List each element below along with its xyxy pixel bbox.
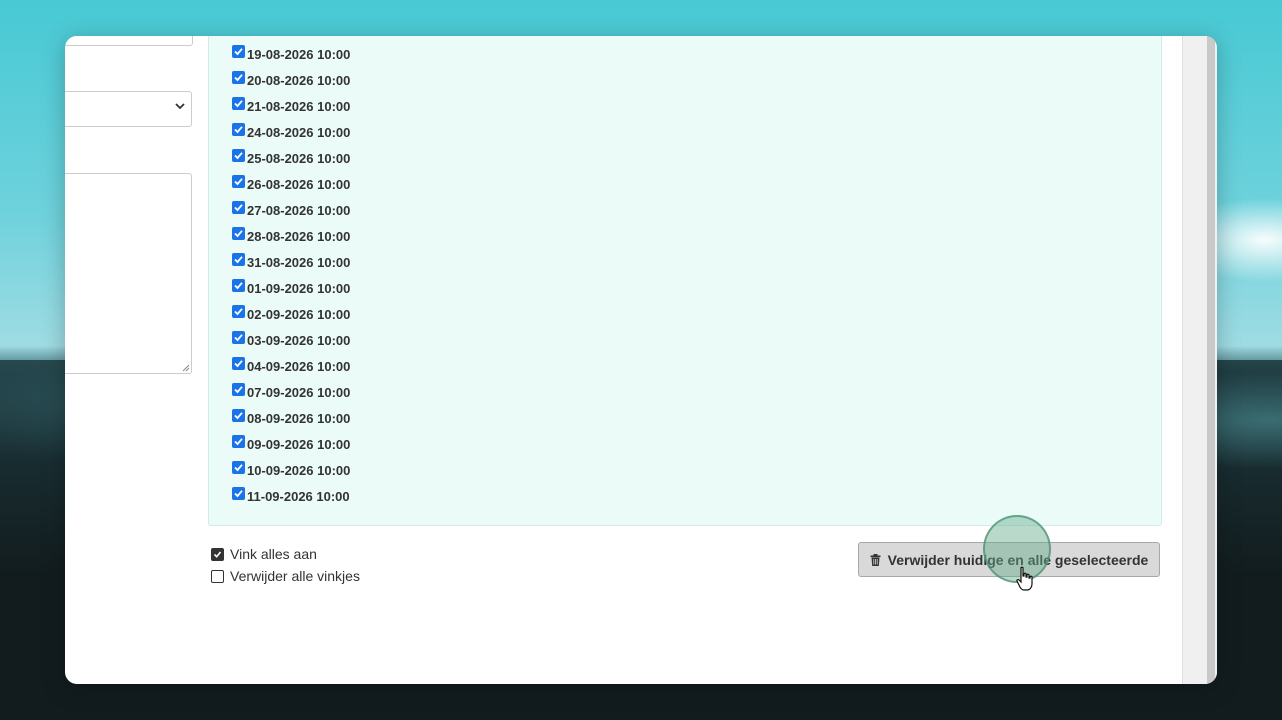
date-item[interactable]: 24-08-2026 10:00 — [232, 119, 350, 145]
date-list: 19-08-2026 10:00 20-08-2026 10:00 21-08-20… — [232, 41, 350, 509]
date-item[interactable]: 01-09-2026 10:00 — [232, 275, 350, 301]
dropdown-select[interactable] — [65, 91, 192, 127]
date-label: 24-08-2026 10:00 — [247, 124, 351, 140]
uncheck-all-option[interactable]: Verwijder alle vinkjes — [211, 565, 360, 587]
date-item[interactable]: 25-08-2026 10:00 — [232, 145, 350, 171]
date-item[interactable]: 31-08-2026 10:00 — [232, 249, 350, 275]
date-checkbox[interactable] — [232, 96, 245, 110]
date-label: 02-09-2026 10:00 — [247, 306, 351, 322]
check-all-option[interactable]: Vink alles aan — [211, 543, 360, 565]
app-window: 19-08-2026 10:00 20-08-2026 10:00 21-08-20… — [65, 36, 1217, 684]
date-item[interactable]: 20-08-2026 10:00 — [232, 67, 350, 93]
date-item[interactable]: 28-08-2026 10:00 — [232, 223, 350, 249]
date-checkbox[interactable] — [232, 330, 245, 344]
date-item[interactable]: 04-09-2026 10:00 — [232, 353, 350, 379]
date-label: 03-09-2026 10:00 — [247, 332, 351, 348]
date-item[interactable]: 02-09-2026 10:00 — [232, 301, 350, 327]
date-item[interactable]: 21-08-2026 10:00 — [232, 93, 350, 119]
date-label: 07-09-2026 10:00 — [247, 384, 351, 400]
date-checkbox[interactable] — [232, 460, 245, 474]
mouse-pointer-icon — [1016, 566, 1033, 591]
date-checkbox[interactable] — [232, 252, 245, 266]
date-checkbox[interactable] — [232, 382, 245, 396]
resize-grip-icon[interactable] — [182, 364, 190, 372]
date-checkbox[interactable] — [232, 174, 245, 188]
date-checkbox[interactable] — [232, 278, 245, 292]
date-item[interactable]: 08-09-2026 10:00 — [232, 405, 350, 431]
date-label: 28-08-2026 10:00 — [247, 228, 351, 244]
date-checkbox[interactable] — [232, 200, 245, 214]
date-checkbox[interactable] — [232, 434, 245, 448]
date-label: 27-08-2026 10:00 — [247, 202, 351, 218]
date-label: 20-08-2026 10:00 — [247, 72, 351, 88]
text-input[interactable] — [65, 36, 193, 46]
date-label: 08-09-2026 10:00 — [247, 410, 351, 426]
date-label: 26-08-2026 10:00 — [247, 176, 351, 192]
date-item[interactable]: 07-09-2026 10:00 — [232, 379, 350, 405]
date-checkbox[interactable] — [232, 408, 245, 422]
date-item[interactable]: 11-09-2026 10:00 — [232, 483, 350, 509]
date-item[interactable]: 27-08-2026 10:00 — [232, 197, 350, 223]
date-label: 04-09-2026 10:00 — [247, 358, 351, 374]
date-checkbox[interactable] — [232, 44, 245, 58]
date-list-panel: 19-08-2026 10:00 20-08-2026 10:00 21-08-20… — [208, 36, 1162, 526]
date-label: 19-08-2026 10:00 — [247, 46, 351, 62]
date-label: 25-08-2026 10:00 — [247, 150, 351, 166]
scrollbar-thumb[interactable] — [1207, 36, 1215, 684]
checkbox-unchecked[interactable] — [211, 569, 224, 583]
date-checkbox[interactable] — [232, 148, 245, 162]
date-label: 11-09-2026 10:00 — [247, 488, 350, 504]
check-all-label: Vink alles aan — [230, 546, 317, 562]
uncheck-all-label: Verwijder alle vinkjes — [230, 568, 360, 584]
date-item[interactable]: 19-08-2026 10:00 — [232, 41, 350, 67]
date-checkbox[interactable] — [232, 486, 245, 500]
date-checkbox[interactable] — [232, 70, 245, 84]
date-label: 10-09-2026 10:00 — [247, 462, 351, 478]
trash-icon — [870, 553, 881, 566]
checkbox-checked[interactable] — [211, 547, 224, 561]
date-label: 31-08-2026 10:00 — [247, 254, 351, 270]
check-options: Vink alles aan Verwijder alle vinkjes — [211, 543, 360, 587]
date-label: 01-09-2026 10:00 — [247, 280, 351, 296]
scrollbar-track[interactable] — [1182, 36, 1217, 684]
date-item[interactable]: 09-09-2026 10:00 — [232, 431, 350, 457]
date-checkbox[interactable] — [232, 304, 245, 318]
date-item[interactable]: 10-09-2026 10:00 — [232, 457, 350, 483]
date-label: 09-09-2026 10:00 — [247, 436, 351, 452]
date-label: 21-08-2026 10:00 — [247, 98, 351, 114]
textarea[interactable] — [65, 173, 192, 374]
date-item[interactable]: 26-08-2026 10:00 — [232, 171, 350, 197]
chevron-down-icon — [175, 103, 185, 110]
date-item[interactable]: 03-09-2026 10:00 — [232, 327, 350, 353]
date-checkbox[interactable] — [232, 226, 245, 240]
date-checkbox[interactable] — [232, 356, 245, 370]
date-checkbox[interactable] — [232, 122, 245, 136]
